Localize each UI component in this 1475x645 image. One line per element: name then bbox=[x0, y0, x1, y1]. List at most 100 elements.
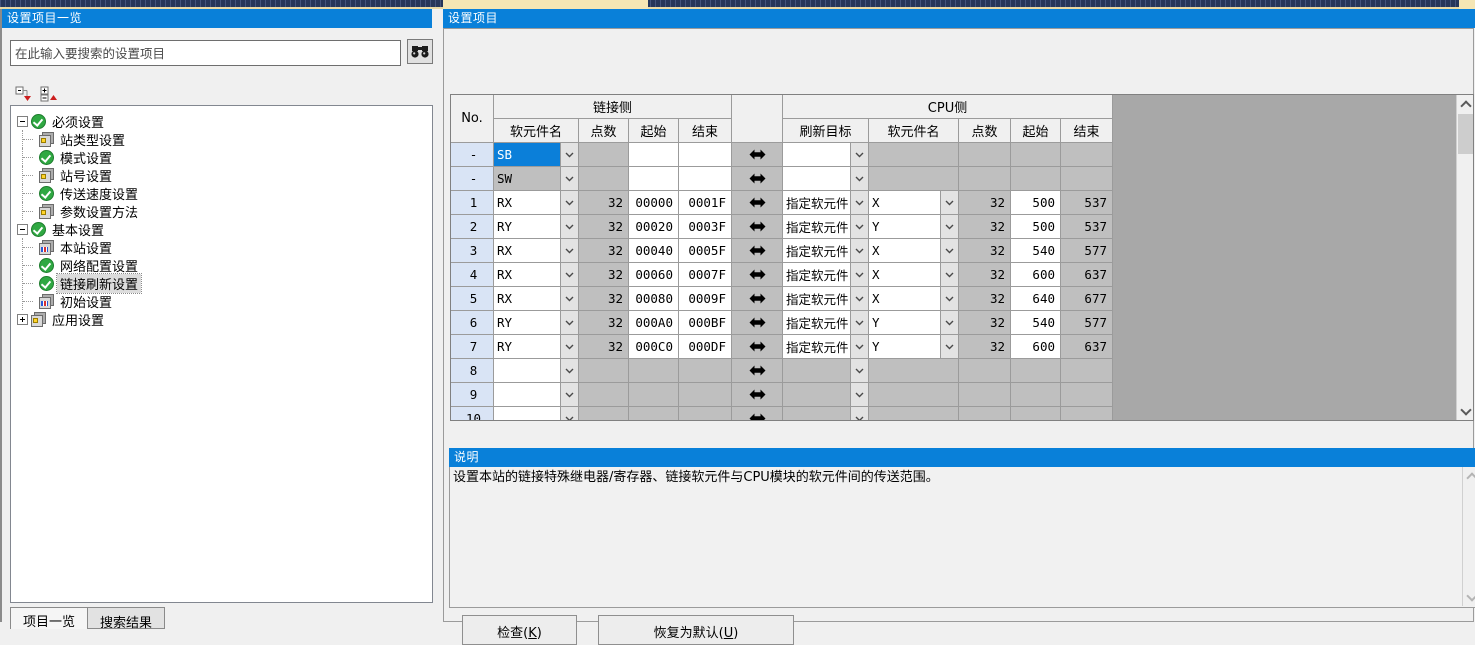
cell-link-end[interactable] bbox=[679, 167, 732, 191]
dropdown-button[interactable] bbox=[940, 335, 958, 358]
cell-link-device[interactable] bbox=[494, 383, 579, 407]
cell-refresh-target[interactable]: 指定软元件 bbox=[783, 263, 869, 287]
cell-link-end[interactable]: 0001F bbox=[679, 191, 732, 215]
tree-item-label[interactable]: 站号设置 bbox=[57, 166, 115, 185]
cell-link-device[interactable]: RY bbox=[494, 311, 579, 335]
cell-link-device[interactable]: SW bbox=[494, 167, 579, 191]
dropdown-button[interactable] bbox=[560, 383, 578, 406]
dropdown-button[interactable] bbox=[560, 167, 578, 190]
dropdown-button[interactable] bbox=[560, 311, 578, 334]
dropdown-button[interactable] bbox=[560, 287, 578, 310]
cell-refresh-target[interactable]: 指定软元件 bbox=[783, 215, 869, 239]
tree-item-应用设置[interactable]: 应用设置 bbox=[11, 310, 432, 328]
scroll-down-button[interactable] bbox=[1457, 403, 1474, 420]
cell-cpu-device[interactable]: Y bbox=[869, 335, 959, 359]
cell-refresh-target[interactable]: 指定软元件 bbox=[783, 335, 869, 359]
dropdown-button[interactable] bbox=[850, 215, 868, 238]
cell-refresh-target[interactable]: 指定软元件 bbox=[783, 191, 869, 215]
dropdown-button[interactable] bbox=[560, 239, 578, 262]
tree-item-必须设置[interactable]: 必须设置 bbox=[11, 112, 432, 130]
dropdown-button[interactable] bbox=[850, 287, 868, 310]
check-button[interactable]: 检查(K) bbox=[462, 615, 577, 645]
cell-link-start[interactable]: 00080 bbox=[629, 287, 679, 311]
cell-link-end[interactable]: 0005F bbox=[679, 239, 732, 263]
cell-cpu-start[interactable]: 600 bbox=[1011, 263, 1061, 287]
tree-item-初始设置[interactable]: 初始设置 bbox=[11, 292, 432, 310]
expand-all-icon[interactable] bbox=[40, 86, 59, 102]
tree-item-label[interactable]: 初始设置 bbox=[57, 292, 115, 311]
dropdown-button[interactable] bbox=[850, 239, 868, 262]
dropdown-button[interactable] bbox=[850, 167, 868, 190]
dropdown-button[interactable] bbox=[850, 383, 868, 406]
cell-link-device[interactable]: RX bbox=[494, 263, 579, 287]
dropdown-button[interactable] bbox=[560, 407, 578, 421]
dropdown-button[interactable] bbox=[850, 407, 868, 421]
dropdown-button[interactable] bbox=[850, 191, 868, 214]
dropdown-button[interactable] bbox=[560, 143, 578, 166]
grid-vertical-scrollbar[interactable] bbox=[1456, 95, 1473, 420]
tree-item-label[interactable]: 本站设置 bbox=[57, 238, 115, 257]
expand-icon[interactable] bbox=[17, 314, 28, 325]
cell-link-start[interactable]: 00040 bbox=[629, 239, 679, 263]
dropdown-button[interactable] bbox=[850, 263, 868, 286]
tree-item-本站设置[interactable]: 本站设置 bbox=[11, 238, 432, 256]
tree-item-链接刷新设置[interactable]: 链接刷新设置 bbox=[11, 274, 432, 292]
cell-link-device[interactable]: RX bbox=[494, 191, 579, 215]
tree-item-label[interactable]: 应用设置 bbox=[49, 310, 107, 329]
tree-item-传送速度设置[interactable]: 传送速度设置 bbox=[11, 184, 432, 202]
cell-refresh-target[interactable]: 指定软元件 bbox=[783, 311, 869, 335]
scroll-thumb[interactable] bbox=[1458, 114, 1473, 154]
cell-cpu-device[interactable]: X bbox=[869, 263, 959, 287]
cell-link-end[interactable]: 0009F bbox=[679, 287, 732, 311]
cell-link-start[interactable]: 000C0 bbox=[629, 335, 679, 359]
cell-link-device[interactable]: SB bbox=[494, 143, 579, 167]
cell-refresh-target[interactable] bbox=[783, 383, 869, 407]
cell-link-start[interactable] bbox=[629, 167, 679, 191]
tree-item-站号设置[interactable]: 站号设置 bbox=[11, 166, 432, 184]
dropdown-button[interactable] bbox=[850, 311, 868, 334]
cell-cpu-device[interactable]: Y bbox=[869, 311, 959, 335]
tree-item-label[interactable]: 传送速度设置 bbox=[57, 184, 141, 203]
dropdown-button[interactable] bbox=[940, 191, 958, 214]
cell-cpu-start[interactable]: 500 bbox=[1011, 215, 1061, 239]
search-button[interactable] bbox=[407, 39, 433, 64]
cell-refresh-target[interactable] bbox=[783, 167, 869, 191]
tab-搜索结果[interactable]: 搜索结果 bbox=[87, 607, 165, 629]
cell-cpu-start[interactable]: 600 bbox=[1011, 335, 1061, 359]
cell-cpu-device[interactable]: X bbox=[869, 287, 959, 311]
collapse-all-icon[interactable] bbox=[15, 86, 34, 102]
tree-item-label[interactable]: 站类型设置 bbox=[57, 130, 128, 149]
dropdown-button[interactable] bbox=[560, 359, 578, 382]
collapse-icon[interactable] bbox=[17, 224, 28, 235]
dropdown-button[interactable] bbox=[850, 335, 868, 358]
tree-item-label[interactable]: 网络配置设置 bbox=[57, 256, 141, 275]
restore-default-button[interactable]: 恢复为默认(U) bbox=[598, 615, 794, 645]
cell-refresh-target[interactable] bbox=[783, 143, 869, 167]
tab-项目一览[interactable]: 项目一览 bbox=[10, 607, 88, 629]
dropdown-button[interactable] bbox=[940, 215, 958, 238]
tree-item-label[interactable]: 模式设置 bbox=[57, 148, 115, 167]
cell-cpu-device[interactable]: Y bbox=[869, 215, 959, 239]
dropdown-button[interactable] bbox=[850, 359, 868, 382]
tree-item-基本设置[interactable]: 基本设置 bbox=[11, 220, 432, 238]
cell-refresh-target[interactable]: 指定软元件 bbox=[783, 239, 869, 263]
dropdown-button[interactable] bbox=[560, 191, 578, 214]
tree-item-label[interactable]: 链接刷新设置 bbox=[57, 274, 141, 293]
desc-scroll-up-button[interactable] bbox=[1463, 467, 1475, 484]
collapse-icon[interactable] bbox=[17, 116, 28, 127]
tree-item-label[interactable]: 必须设置 bbox=[49, 112, 107, 131]
cell-refresh-target[interactable]: 指定软元件 bbox=[783, 287, 869, 311]
tree-item-站类型设置[interactable]: 站类型设置 bbox=[11, 130, 432, 148]
dropdown-button[interactable] bbox=[850, 143, 868, 166]
cell-cpu-device[interactable]: X bbox=[869, 239, 959, 263]
dropdown-button[interactable] bbox=[940, 263, 958, 286]
cell-link-device[interactable]: RX bbox=[494, 287, 579, 311]
tree-item-label[interactable]: 参数设置方法 bbox=[57, 202, 141, 221]
cell-link-device[interactable] bbox=[494, 407, 579, 421]
cell-link-start[interactable]: 00060 bbox=[629, 263, 679, 287]
tree-item-参数设置方法[interactable]: 参数设置方法 bbox=[11, 202, 432, 220]
dropdown-button[interactable] bbox=[560, 335, 578, 358]
desc-scroll-down-button[interactable] bbox=[1463, 589, 1475, 606]
cell-link-device[interactable]: RY bbox=[494, 335, 579, 359]
cell-link-start[interactable]: 000A0 bbox=[629, 311, 679, 335]
